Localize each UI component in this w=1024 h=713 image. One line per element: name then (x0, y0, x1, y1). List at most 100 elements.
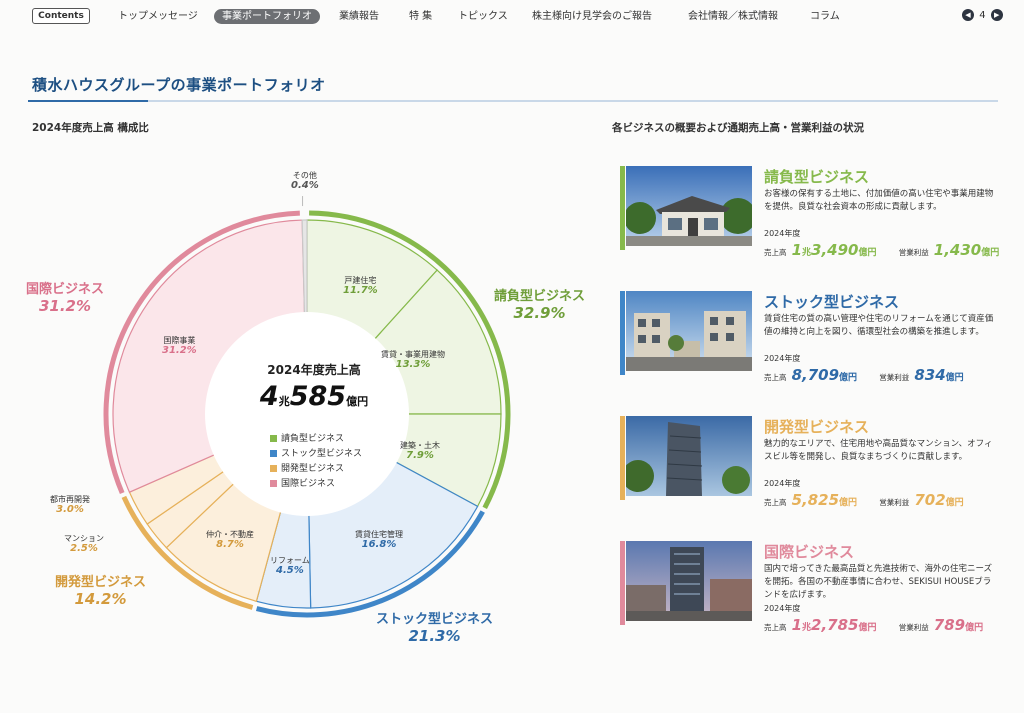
segment-value: 31.2% (162, 345, 197, 357)
sales-trillion: 1 (791, 616, 803, 634)
segment-label-construction: 建築・土木 7.9% (400, 441, 440, 462)
profit-label: 営業利益 (879, 373, 910, 382)
segment-label-international-business: 国際事業 31.2% (162, 336, 197, 357)
sales-value: 5,825 (791, 491, 840, 509)
profit-label: 営業利益 (879, 498, 910, 507)
fiscal-year: 2024年度 (764, 479, 801, 488)
business-description: 魅力的なエリアで、住宅用地や高品質なマンション、オフィスビル等を開発し、良質なま… (764, 439, 993, 462)
chart-center-title: 2024年度売上高 (267, 363, 361, 377)
segment-value: 8.7% (216, 539, 244, 551)
nav-item-results[interactable]: 業績報告 (339, 10, 379, 24)
sales-unit: 億円 (858, 623, 877, 633)
page-number: 4 (979, 9, 986, 21)
group-value: 32.9% (513, 303, 566, 322)
legend-swatch (270, 450, 277, 457)
profit-value: 1,430 (933, 241, 982, 259)
nav-item-column[interactable]: コラム (810, 10, 840, 24)
sales-label: 売上高 (764, 248, 787, 257)
chart-center-total: 4兆585億円 (247, 381, 381, 412)
profit-value: 834 (914, 366, 946, 384)
segment-value: 2.5% (70, 543, 98, 555)
group-name: 国際ビジネス (26, 282, 105, 297)
profit-value: 702 (914, 491, 946, 509)
group-name: 開発型ビジネス (55, 575, 147, 590)
nav-item-top-message[interactable]: トップメッセージ (118, 10, 198, 24)
business-description: 国内で培ってきた最高品質と先進技術で、海外の住宅ニーズを開拓。各国の不動産事情に… (764, 564, 993, 600)
business-description: お客様の保有する土地に、付加価値の高い住宅や事業用建物を提供。良質な社会資本の形… (764, 189, 994, 212)
title-divider (28, 100, 998, 102)
legend-label: ストック型ビジネス (281, 449, 363, 459)
segment-label-rental-buildings: 賃貸・事業用建物 13.3% (381, 350, 445, 371)
fiscal-year: 2024年度 (764, 229, 801, 238)
apartment-photo (626, 291, 752, 371)
profit-label: 営業利益 (898, 248, 929, 257)
next-page-icon[interactable]: ▶ (990, 9, 1003, 21)
nav-item-tour-report[interactable]: 株主様向け見学会のご報告 (532, 10, 652, 24)
business-figures: 売上高 1兆2,785億円 営業利益 789億円 (764, 615, 983, 634)
sales-trillion: 1 (791, 241, 803, 259)
segment-name: リフォーム (270, 556, 310, 565)
business-description: 賃貸住宅の質の高い管理や住宅のリフォームを通じて資産価値の維持と向上を図り、循環… (764, 314, 994, 337)
segment-label-rental-management: 賃貸住宅管理 16.8% (355, 530, 403, 551)
nav-item-company-info[interactable]: 会社情報／株式情報 (688, 10, 778, 24)
profit-unit: 億円 (945, 498, 964, 508)
business-card-stock: ストック型ビジネス 賃貸住宅の質の高い管理や住宅のリフォームを通じて資産価値の維… (620, 291, 1000, 391)
group-value: 14.2% (74, 589, 127, 608)
segment-name: 都市再開発 (50, 495, 90, 504)
business-name: 請負型ビジネス (764, 168, 870, 186)
profit-unit: 億円 (945, 373, 964, 383)
page-title: 積水ハウスグループの事業ポートフォリオ (32, 76, 326, 94)
sales-value: 3,490 (811, 241, 859, 259)
segment-name: マンション (64, 534, 104, 543)
legend-swatch (270, 480, 277, 487)
segment-label-other: その他 0.4% (291, 171, 319, 192)
legend-label: 開発型ビジネス (281, 464, 345, 474)
legend-label: 請負型ビジネス (281, 434, 345, 444)
sales-label: 売上高 (764, 373, 787, 382)
sales-trillion-unit: 兆 (802, 623, 812, 633)
group-value: 31.2% (38, 296, 92, 315)
segment-value: 13.3% (395, 359, 431, 371)
legend-label: 国際ビジネス (281, 479, 336, 489)
prev-page-icon[interactable]: ◀ (962, 9, 974, 21)
segment-value: 4.5% (276, 565, 304, 577)
chart-subtitle: 2024年度売上高 構成比 (32, 122, 149, 134)
segment-name: 国際事業 (163, 336, 196, 345)
segment-value: 7.9% (406, 450, 434, 462)
nav-item-feature[interactable]: 特 集 (409, 10, 432, 24)
total-trillion-unit: 兆 (278, 395, 290, 408)
contents-button[interactable]: Contents (32, 8, 90, 24)
fiscal-year: 2024年度 (764, 354, 801, 363)
sales-unit: 億円 (839, 373, 858, 383)
legend-swatch (270, 465, 277, 472)
business-figures: 売上高 1兆3,490億円 営業利益 1,430億円 (764, 240, 999, 259)
segment-name: その他 (292, 171, 317, 180)
card-accent-bar (620, 166, 625, 250)
total-hundred-million: 585 (289, 381, 347, 412)
segment-value: 16.8% (361, 539, 397, 551)
business-name: 国際ビジネス (764, 543, 855, 561)
card-accent-bar (620, 291, 625, 375)
legend-item-contract: 請負型ビジネス (270, 432, 362, 447)
nav-item-topics[interactable]: トピックス (458, 10, 508, 24)
business-figures: 売上高 5,825億円 営業利益 702億円 (764, 490, 964, 509)
business-name: ストック型ビジネス (764, 293, 900, 311)
page-navigator: ◀ 4 ▶ (962, 9, 1003, 21)
group-label-international: 国際ビジネス 31.2% (26, 282, 105, 315)
card-accent-bar (620, 416, 625, 500)
nav-item-portfolio[interactable]: 事業ポートフォリオ (214, 9, 320, 24)
tower-photo (626, 416, 752, 496)
profit-unit: 億円 (981, 248, 1000, 258)
profit-value: 789 (933, 616, 966, 634)
house-photo (626, 166, 752, 246)
segment-label-condominium: マンション 2.5% (64, 534, 104, 555)
sales-label: 売上高 (764, 498, 787, 507)
segment-label-brokerage: 仲介・不動産 8.7% (206, 530, 254, 551)
segment-value: 0.4% (291, 180, 319, 192)
sales-value: 8,709 (791, 366, 840, 384)
group-label-stock: ストック型ビジネス 21.3% (376, 612, 493, 645)
segment-value: 3.0% (56, 504, 84, 516)
top-nav: Contents トップメッセージ 事業ポートフォリオ 業績報告 特 集 トピッ… (0, 0, 1024, 36)
profit-unit: 億円 (965, 623, 984, 633)
segment-name: 賃貸住宅管理 (355, 530, 403, 539)
